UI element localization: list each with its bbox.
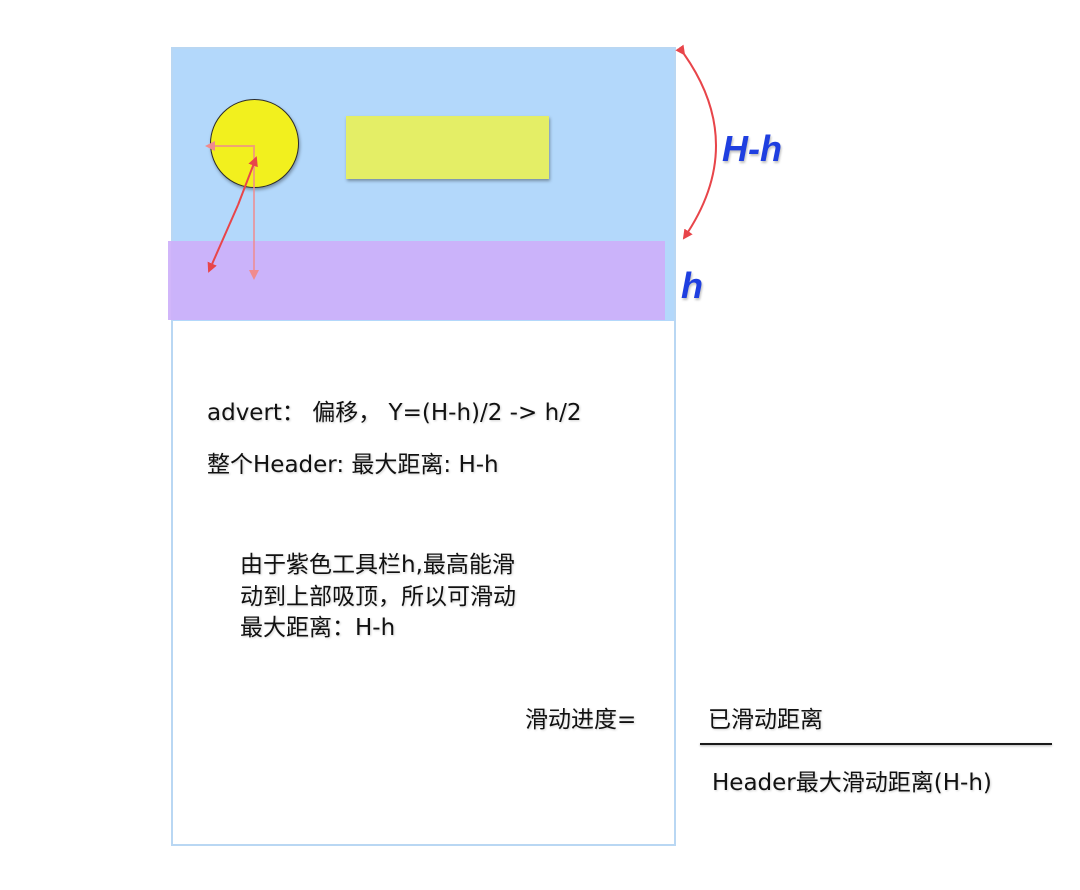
explanation-line: 动到上部吸顶，所以可滑动 (240, 584, 516, 610)
max-distance-curved-arrow (675, 44, 717, 240)
formula-denominator: Header最大滑动距离(H-h) (712, 770, 992, 796)
header-max-note: 整个Header: 最大距离: H-h (207, 452, 499, 478)
explanation-line: 最大距离：H-h (240, 615, 396, 641)
avatar-diagonal-arrow-down (207, 204, 239, 273)
dimension-label-upper: H-h (722, 128, 782, 169)
formula-label: 滑动进度= (525, 707, 637, 733)
formula-numerator: 已滑动距离 (708, 707, 823, 733)
annotation-arrows (205, 44, 717, 280)
fraction-bar (700, 743, 1052, 745)
explanation-line: 由于紫色工具栏h,最高能滑 (240, 552, 515, 578)
advert-offset-note: advert： 偏移， Y=(H-h)/2 -> h/2 (207, 400, 582, 426)
dimension-label-toolbar: h (681, 265, 703, 306)
